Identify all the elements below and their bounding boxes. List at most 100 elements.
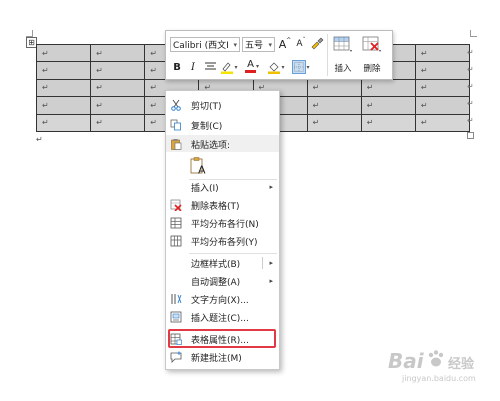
split-divider: [262, 257, 263, 269]
menu-item-label: 复制(C): [191, 121, 223, 132]
mini-toolbar: Calibri (西文I ▾ 五号 ▾ A ^ Aˇ 插入 删除 B I ▾ A…: [165, 30, 393, 80]
svg-text:A: A: [198, 164, 206, 177]
align-center-icon: [204, 62, 216, 70]
table-cell[interactable]: ↵: [306, 113, 362, 133]
font-size-value: 五号: [245, 41, 264, 51]
menu-item-label: 平均分布各行(N): [191, 219, 259, 230]
menu-item-text-direction[interactable]: 文字方向(X)...: [166, 290, 279, 308]
table-cell[interactable]: ↵: [414, 43, 471, 63]
submenu-arrow-icon: ▸: [269, 277, 273, 285]
delete-table-button[interactable]: [360, 34, 384, 56]
table-cell[interactable]: ↵: [35, 61, 92, 80]
insert-table-button[interactable]: [331, 34, 355, 56]
font-color-button[interactable]: A ▾: [242, 59, 262, 74]
highlight-box: [168, 329, 276, 348]
toolbar-separator: [327, 34, 328, 76]
menu-item-new-comment[interactable]: 新建批注(M): [166, 348, 279, 366]
menu-item-label: 平均分布各列(Y): [191, 237, 258, 248]
menu-item-insert[interactable]: 插入(I) ▸: [166, 178, 279, 196]
menu-item-label: 粘贴选项:: [191, 140, 231, 151]
grow-font-button[interactable]: A ^: [278, 36, 292, 52]
table-cell[interactable]: ↵: [306, 78, 362, 98]
submenu-arrow-icon: ▸: [269, 183, 273, 191]
table-cell[interactable]: ↵: [90, 61, 146, 80]
table-cell[interactable]: ↵: [360, 113, 416, 133]
delete-label[interactable]: 删除: [358, 62, 386, 74]
paw-logo-icon: [426, 349, 446, 372]
format-painter-button[interactable]: [309, 36, 325, 52]
table-cell[interactable]: ↵: [35, 43, 92, 63]
menu-item-insert-caption[interactable]: 插入题注(C)...: [166, 308, 279, 326]
menu-item-label: 插入题注(C)...: [191, 313, 249, 324]
row-end-mark: ↵: [467, 65, 474, 74]
menu-item-copy[interactable]: 复制(C): [166, 116, 279, 134]
chevron-down-icon: ▾: [233, 40, 237, 49]
menu-item-delete-table[interactable]: 删除表格(T): [166, 196, 279, 214]
paste-text-only-icon: A: [190, 157, 206, 177]
menu-item-label: 删除表格(T): [191, 201, 240, 212]
menu-item-label: 文字方向(X)...: [191, 295, 249, 306]
margin-corner-mark: [26, 30, 33, 37]
paste-keep-text-button[interactable]: A: [188, 155, 208, 177]
table-cell[interactable]: ↵: [414, 78, 471, 98]
format-painter-icon: [311, 37, 324, 50]
font-size-combo[interactable]: 五号 ▾: [242, 37, 275, 52]
shrink-font-button[interactable]: Aˇ: [294, 36, 308, 52]
insert-table-icon: [333, 36, 352, 52]
table-cell[interactable]: ↵: [90, 43, 146, 63]
margin-corner-mark: [470, 30, 477, 37]
distribute-columns-icon: [170, 235, 182, 247]
table-cell[interactable]: ↵: [90, 78, 146, 98]
highlighter-icon: [221, 61, 234, 74]
insert-caption-icon: [170, 311, 182, 323]
delete-table-icon: [362, 36, 381, 52]
font-name-combo[interactable]: Calibri (西文I ▾: [170, 37, 240, 52]
copy-icon: [170, 119, 182, 131]
borders-icon: [294, 62, 305, 72]
row-end-mark: ↵: [467, 82, 474, 91]
scissors-icon: [170, 99, 182, 111]
row-end-mark: ↵: [467, 116, 474, 125]
row-end-mark: ↵: [467, 48, 474, 57]
table-cell[interactable]: ↵: [360, 78, 416, 98]
table-cell[interactable]: ↵: [414, 61, 471, 80]
context-menu: 剪切(T) 复制(C) 粘贴选项: A 插入(I) ▸ 删除表格(T) 平均分布…: [165, 90, 280, 370]
menu-item-cut[interactable]: 剪切(T): [166, 96, 279, 114]
submenu-arrow-icon: ▸: [269, 259, 273, 267]
table-cell[interactable]: ↵: [35, 78, 92, 98]
menu-item-label: 自动调整(A): [191, 277, 241, 288]
distribute-rows-icon: [170, 217, 182, 229]
watermark-url: jingyan.baidu.com: [402, 374, 476, 383]
clipboard-icon: [170, 138, 182, 150]
delete-table-icon: [170, 199, 182, 211]
menu-item-autofit[interactable]: 自动调整(A) ▸: [166, 272, 279, 290]
watermark-suffix: 经验: [448, 357, 475, 372]
table-cell[interactable]: ↵: [414, 96, 471, 115]
bold-button[interactable]: B: [171, 60, 183, 74]
paint-bucket-icon: [268, 62, 281, 74]
font-name-value: Calibri (西文I: [173, 41, 229, 51]
shading-button[interactable]: ▾: [265, 60, 287, 74]
table-cell[interactable]: ↵: [414, 113, 471, 133]
watermark-brand: Bai: [388, 349, 424, 373]
menu-item-border-styles[interactable]: 边框样式(B) ▸: [166, 254, 279, 272]
table-cell[interactable]: ↵: [90, 96, 146, 115]
insert-label[interactable]: 插入: [329, 62, 357, 74]
menu-item-distribute-cols[interactable]: 平均分布各列(Y): [166, 232, 279, 250]
highlight-color-button[interactable]: ▾: [219, 60, 239, 74]
menu-item-distribute-rows[interactable]: 平均分布各行(N): [166, 214, 279, 232]
row-end-mark: ↵: [467, 99, 474, 108]
table-resize-handle-icon[interactable]: [467, 132, 474, 139]
paste-options-title: 粘贴选项:: [166, 135, 279, 153]
table-cell[interactable]: ↵: [35, 96, 92, 115]
grow-font-icon: A: [278, 37, 287, 51]
table-cell[interactable]: ↵: [360, 96, 416, 115]
borders-button[interactable]: ▾: [289, 59, 313, 75]
table-cell[interactable]: ↵: [90, 113, 146, 133]
table-cell[interactable]: ↵: [306, 96, 362, 115]
italic-button[interactable]: I: [187, 60, 199, 74]
menu-item-label: 边框样式(B): [191, 259, 241, 270]
chevron-down-icon: ▾: [268, 40, 272, 49]
align-center-button[interactable]: [203, 60, 217, 74]
table-cell[interactable]: ↵: [35, 113, 92, 133]
